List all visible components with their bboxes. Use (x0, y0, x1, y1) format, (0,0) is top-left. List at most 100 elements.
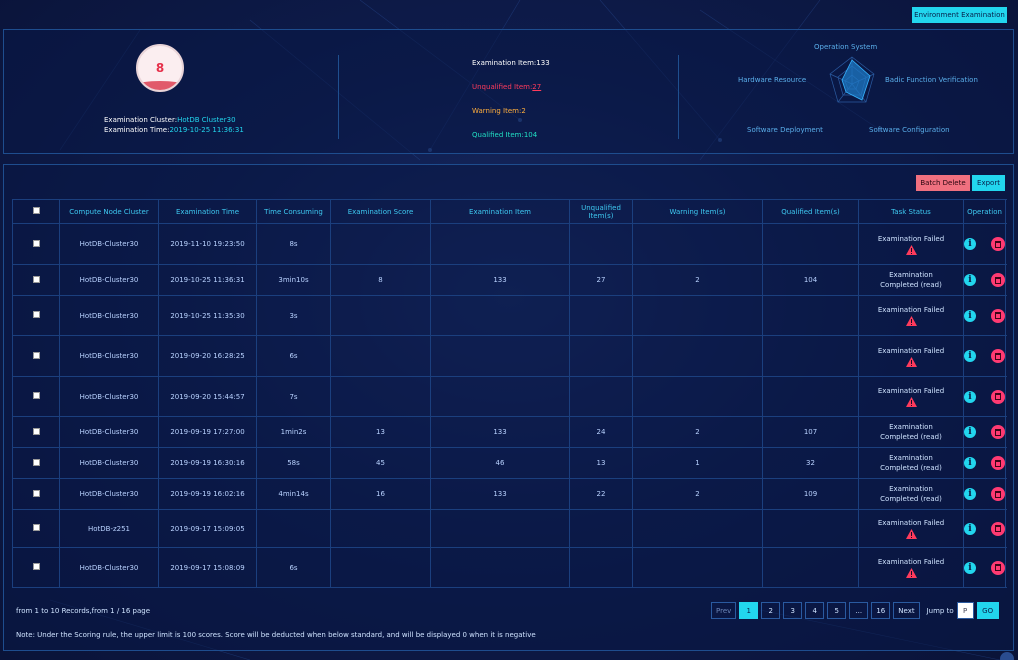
consuming-cell: 6s (256, 547, 331, 588)
item-cell: 133 (430, 264, 570, 296)
next-button[interactable]: Next (893, 602, 920, 619)
delete-icon[interactable] (991, 487, 1005, 501)
info-icon[interactable]: i (964, 238, 976, 250)
warning-cell: 1 (632, 447, 763, 479)
row-checkbox[interactable] (32, 351, 40, 359)
delete-icon[interactable] (991, 521, 1005, 536)
row-select[interactable] (12, 447, 60, 479)
jump-page-input[interactable]: P (956, 602, 974, 619)
info-icon[interactable]: i (964, 488, 976, 500)
operation-cell: i (963, 509, 1006, 548)
row-checkbox[interactable] (32, 458, 40, 466)
export-button[interactable]: Export (972, 175, 1005, 191)
status-cell: Examination Completed (read) (858, 416, 964, 448)
page-ellipsis: ... (849, 602, 869, 619)
status-subtext: Completed (read) (880, 433, 942, 441)
warning-icon (905, 568, 917, 578)
row-select[interactable] (12, 509, 60, 548)
row-select[interactable] (12, 416, 60, 448)
operation-cell: i (963, 447, 1006, 479)
status-text: Examination Failed (877, 519, 945, 527)
score-value: 8 (155, 61, 165, 75)
info-icon[interactable]: i (964, 426, 976, 438)
delete-icon[interactable] (991, 560, 1005, 575)
cluster-cell: HotDB-Cluster30 (59, 295, 159, 336)
table-row: HotDB-Cluster30 2019-10-25 11:35:30 3s Exam… (12, 295, 1006, 336)
warning-icon (905, 529, 917, 539)
page-button-1[interactable]: 1 (739, 602, 759, 619)
row-select[interactable] (12, 376, 60, 417)
row-select[interactable] (12, 264, 60, 296)
score-cell (330, 335, 431, 377)
batch-delete-button[interactable]: Batch Delete (916, 175, 970, 191)
records-summary: from 1 to 10 Records,from 1 / 16 page (16, 607, 151, 615)
row-checkbox[interactable] (32, 563, 40, 570)
row-checkbox[interactable] (32, 524, 40, 531)
qualified-cell (762, 335, 859, 377)
header-warning: Warning Item(s) (632, 199, 763, 224)
delete-icon[interactable] (991, 425, 1005, 439)
page-button-5[interactable]: 5 (827, 602, 847, 619)
page-button-2[interactable]: 2 (761, 602, 781, 619)
examination-item-value: 133 (536, 59, 550, 67)
status-text: Examination Failed (877, 387, 945, 395)
header-select-all[interactable] (12, 199, 60, 224)
corner-indicator (1000, 652, 1014, 660)
info-icon[interactable]: i (964, 561, 976, 574)
status-cell: Examination Completed (read) (858, 478, 964, 510)
records-panel: Batch Delete Export Compute Node Cluster… (3, 164, 1014, 651)
row-select[interactable] (12, 478, 60, 510)
consuming-cell: 8s (256, 223, 331, 265)
info-icon[interactable]: i (964, 274, 976, 286)
environment-examination-button[interactable]: Environment Examination (912, 7, 1007, 23)
qualified-cell: 32 (762, 447, 859, 479)
consuming-cell (256, 509, 331, 548)
row-checkbox[interactable] (32, 311, 40, 318)
consuming-cell: 7s (256, 376, 331, 417)
header-score: Examination Score (330, 199, 431, 224)
item-stats: Examination Item:133 Unqualified Item:27… (472, 58, 550, 154)
row-checkbox[interactable] (32, 489, 40, 497)
unqualified-link[interactable]: 27 (532, 83, 541, 91)
row-select[interactable] (12, 335, 60, 377)
header-unqualified: Unqualified Item(s) (569, 199, 633, 224)
qualified-label: Qualified Item: (472, 131, 524, 139)
delete-icon[interactable] (991, 237, 1005, 251)
row-select[interactable] (12, 547, 60, 588)
delete-icon[interactable] (991, 389, 1005, 404)
select-all-checkbox[interactable] (32, 207, 40, 214)
row-checkbox[interactable] (32, 239, 40, 247)
item-cell: 133 (430, 416, 570, 448)
page-button-16[interactable]: 16 (871, 602, 891, 619)
item-cell (430, 547, 570, 588)
unqualified-cell (569, 335, 633, 377)
row-select[interactable] (12, 295, 60, 336)
status-subtext: Completed (read) (880, 281, 942, 289)
row-checkbox[interactable] (32, 392, 40, 399)
table-row: HotDB-Cluster30 2019-09-20 16:28:25 6s Exam… (12, 335, 1006, 377)
warning-icon (905, 356, 917, 367)
delete-icon[interactable] (991, 456, 1005, 470)
delete-icon[interactable] (991, 273, 1005, 287)
page-button-4[interactable]: 4 (805, 602, 825, 619)
page-button-3[interactable]: 3 (783, 602, 803, 619)
header-time: Examination Time (158, 199, 257, 224)
row-checkbox[interactable] (32, 427, 40, 435)
go-button[interactable]: GO (976, 602, 999, 619)
score-cell (330, 547, 431, 588)
status-subtext: Completed (read) (880, 495, 942, 503)
unqualified-cell: 13 (569, 447, 633, 479)
delete-icon[interactable] (991, 308, 1005, 323)
header-consuming: Time Consuming (256, 199, 331, 224)
row-checkbox[interactable] (32, 275, 40, 283)
info-icon[interactable]: i (964, 390, 976, 403)
prev-button[interactable]: Prev (711, 602, 737, 619)
info-icon[interactable]: i (964, 309, 976, 322)
info-icon[interactable]: i (964, 522, 976, 535)
delete-icon[interactable] (991, 349, 1005, 363)
info-icon[interactable]: i (964, 350, 976, 362)
status-text: Examination Failed (877, 234, 945, 243)
unqualified-label: Unqualified Item: (472, 83, 533, 91)
info-icon[interactable]: i (964, 457, 976, 469)
row-select[interactable] (12, 223, 60, 265)
